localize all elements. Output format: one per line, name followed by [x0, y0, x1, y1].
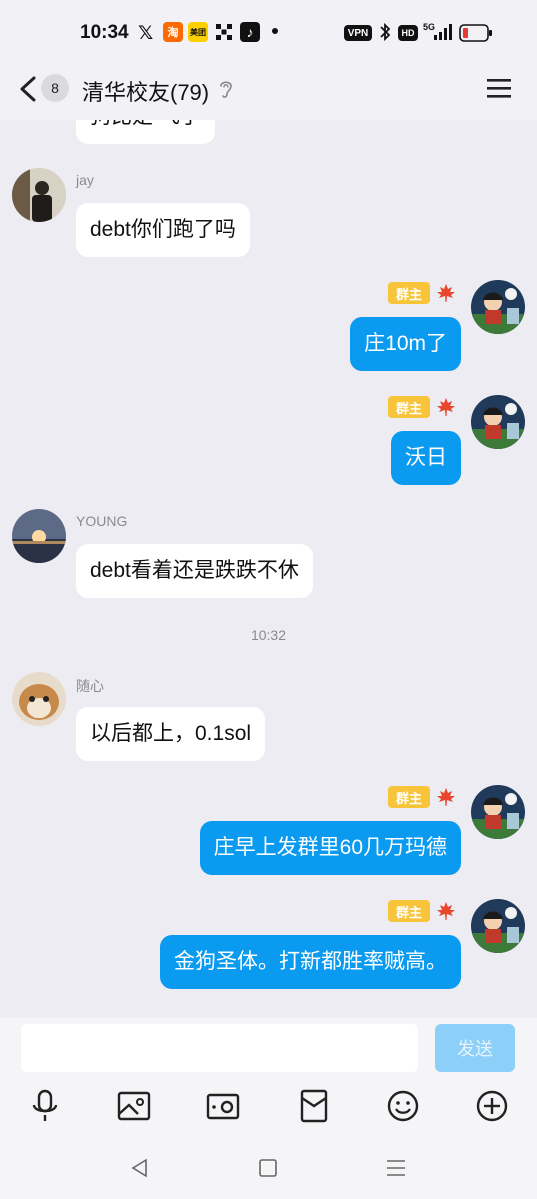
- ear-icon[interactable]: [218, 78, 234, 105]
- avatar[interactable]: [12, 168, 66, 222]
- menu-icon[interactable]: [487, 77, 511, 99]
- sender-name: jay: [76, 172, 94, 188]
- chat-header: [0, 62, 537, 120]
- message-bubble-self[interactable]: 沃日: [391, 431, 461, 485]
- message-bubble-self[interactable]: 庄早上发群里60几万玛德: [199, 821, 461, 875]
- maple-leaf-icon: [436, 787, 456, 807]
- system-navigation: [0, 1138, 537, 1199]
- owner-badge: 群主: [388, 786, 430, 808]
- avatar[interactable]: [12, 509, 66, 563]
- message-bubble[interactable]: debt看着还是跌跌不休: [76, 544, 313, 598]
- sender-name: YOUNG: [76, 513, 128, 529]
- meituan-icon: 美团: [188, 22, 208, 42]
- sender-name: 随心: [76, 678, 104, 694]
- battery-icon: [459, 24, 493, 47]
- message-bubble[interactable]: 以后都上，0.1sol: [76, 707, 266, 761]
- vpn-icon: VPN: [344, 25, 372, 41]
- tiktok-icon: ♪: [240, 22, 260, 42]
- taobao-icon: 淘: [163, 22, 183, 42]
- maple-leaf-icon: [436, 901, 456, 921]
- plus-icon[interactable]: [474, 1088, 510, 1124]
- bluetooth-icon: [378, 22, 392, 47]
- back-icon[interactable]: [14, 72, 44, 106]
- signal-icon: [432, 22, 454, 47]
- self-avatar[interactable]: [471, 280, 525, 334]
- maple-leaf-icon: [436, 283, 456, 303]
- svg-text:.....: .....: [33, 712, 44, 720]
- avatar[interactable]: .....: [12, 672, 66, 726]
- message-bubble-self[interactable]: 金狗圣体。打新都胜率贼高。: [160, 935, 461, 989]
- okx-icon: [216, 24, 232, 45]
- self-avatar[interactable]: [471, 395, 525, 449]
- self-avatar[interactable]: [471, 899, 525, 953]
- send-button[interactable]: 发送: [435, 1024, 515, 1072]
- self-avatar[interactable]: [471, 785, 525, 839]
- message-timestamp: 10:32: [250, 627, 287, 643]
- message-bubble[interactable]: 狗比是 飞了: [76, 120, 215, 144]
- microphone-icon[interactable]: [27, 1088, 63, 1124]
- maple-leaf-icon: [436, 397, 456, 417]
- message-input[interactable]: [21, 1024, 418, 1072]
- owner-badge: 群主: [388, 900, 430, 922]
- x-icon: 𝕏: [138, 23, 154, 44]
- page-title[interactable]: 清华校友(79): [82, 75, 209, 107]
- camera-icon[interactable]: [205, 1088, 241, 1124]
- owner-badge: 群主: [388, 396, 430, 418]
- message-bubble-self[interactable]: 庄10m了: [350, 317, 461, 371]
- system-recents-icon[interactable]: [384, 1156, 408, 1180]
- image-icon[interactable]: [116, 1088, 152, 1124]
- emoji-icon[interactable]: [385, 1088, 421, 1124]
- status-time: 10:34: [80, 22, 129, 43]
- unread-count-badge[interactable]: 8: [41, 74, 69, 102]
- composer: 发送: [0, 1018, 537, 1138]
- system-home-icon[interactable]: [256, 1156, 280, 1180]
- chat-list[interactable]: 狗比是 飞了 jay debt你们跑了吗 群主 庄10m了 群主 沃日 YOUN…: [0, 120, 537, 1018]
- status-bar: 10:34 𝕏 淘 美团 ♪ VPN HD 5G: [0, 0, 537, 62]
- hd-icon: HD: [398, 25, 418, 41]
- red-packet-icon[interactable]: [296, 1088, 332, 1124]
- dot-icon: [272, 28, 278, 34]
- message-bubble[interactable]: debt你们跑了吗: [76, 203, 250, 257]
- owner-badge: 群主: [388, 282, 430, 304]
- system-back-icon[interactable]: [128, 1156, 152, 1180]
